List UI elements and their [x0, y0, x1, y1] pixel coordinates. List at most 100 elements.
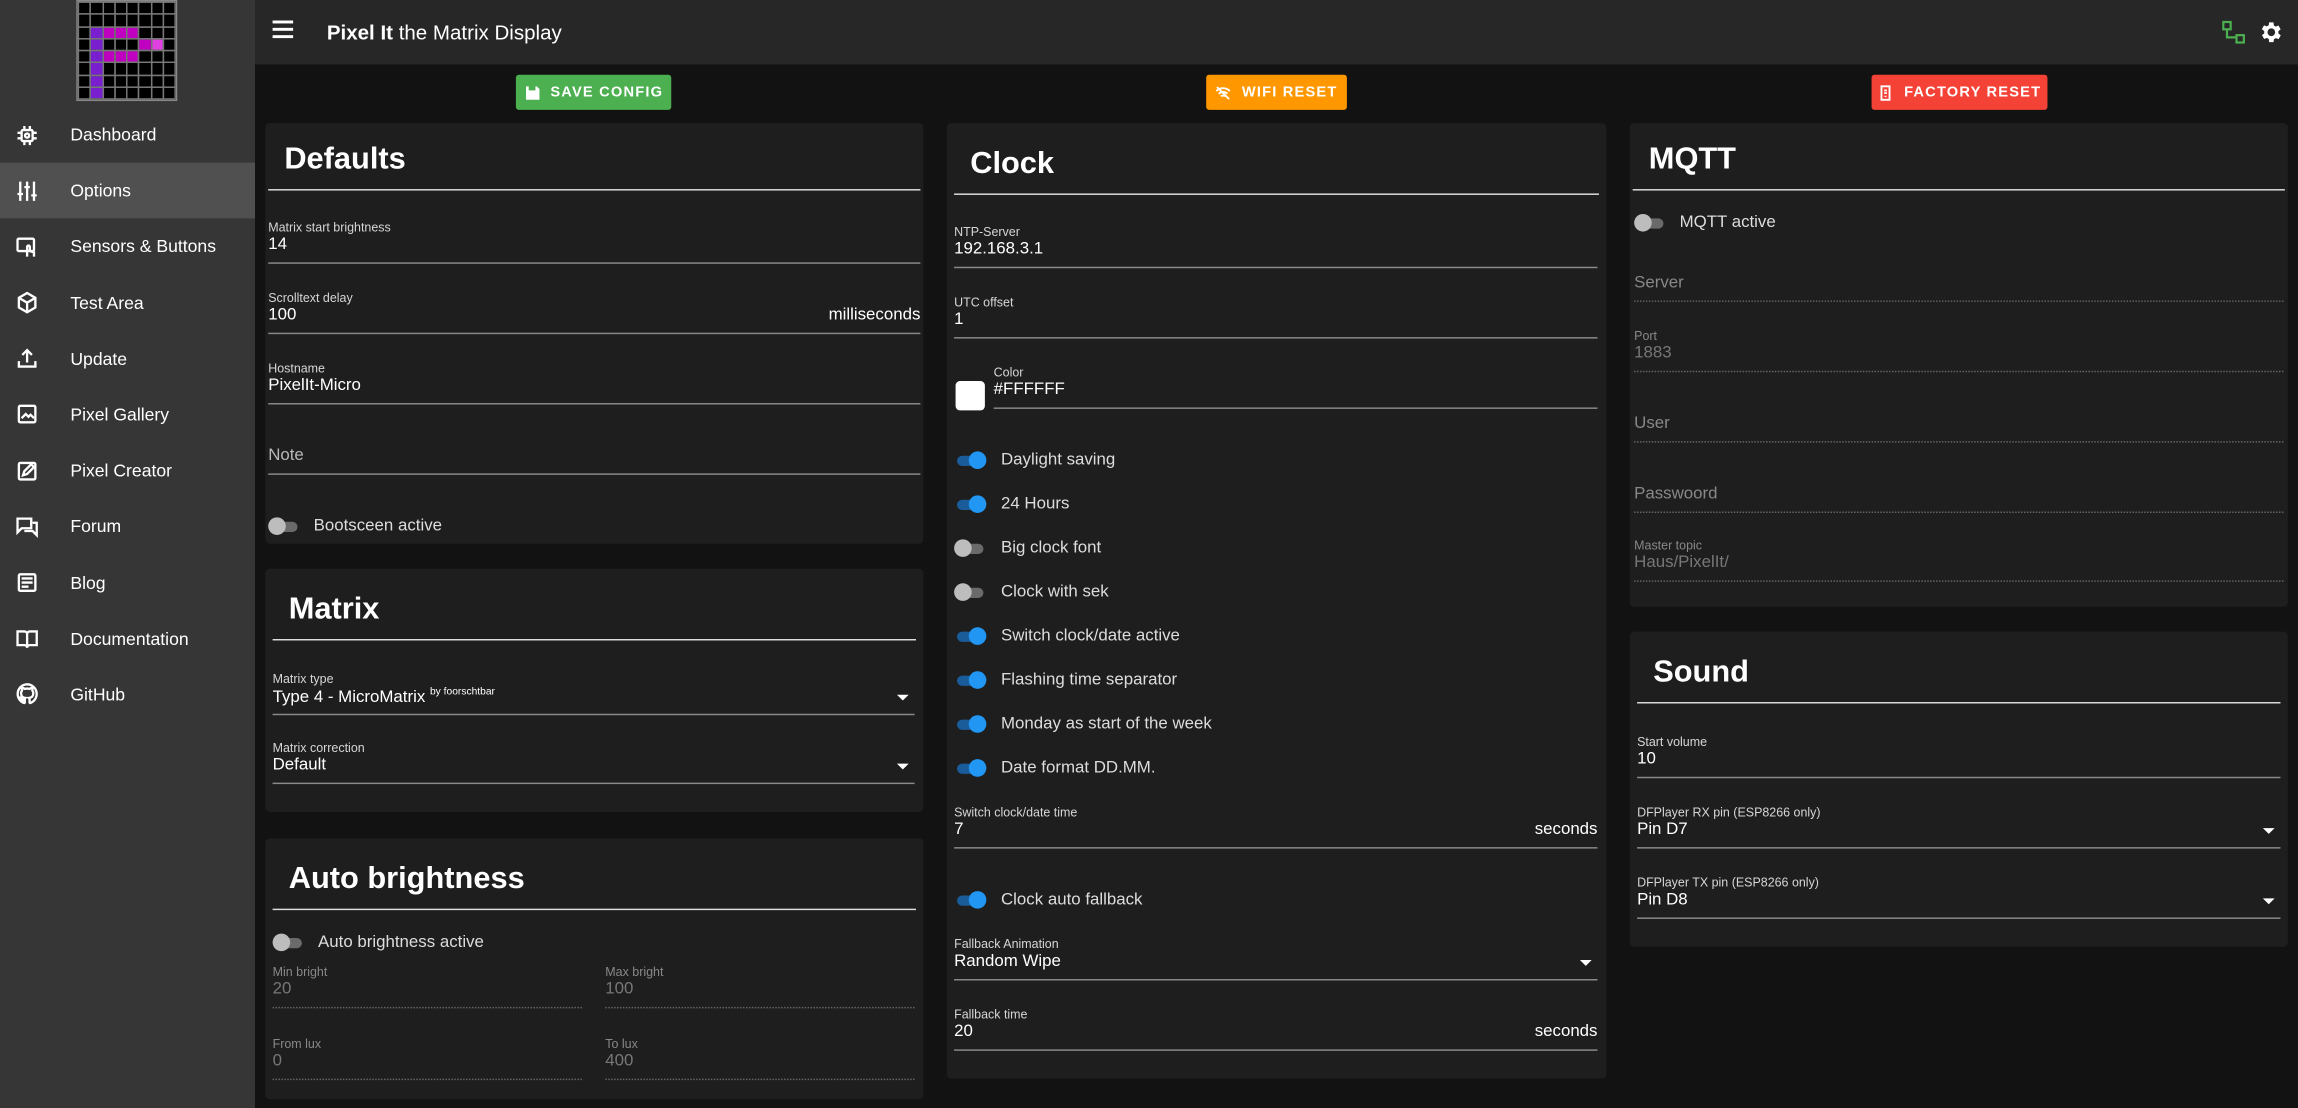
color-swatch[interactable] — [955, 381, 985, 411]
chip-icon — [15, 123, 38, 146]
logo-pixel — [162, 13, 176, 28]
network-status-icon[interactable] — [2222, 20, 2245, 44]
logo-pixel — [150, 73, 164, 88]
toggle-label: Switch clock/date active — [1001, 627, 1180, 645]
logo-pixel — [138, 49, 152, 64]
logo-pixel — [125, 25, 140, 40]
image-icon — [15, 403, 38, 426]
forum-icon — [15, 515, 38, 538]
logo-pixel — [77, 1, 92, 16]
logo-pixel — [138, 86, 152, 100]
bootscreen-toggle[interactable] — [268, 517, 300, 535]
logo-pixel — [150, 37, 164, 52]
logo-pixel — [89, 37, 104, 52]
logo-pixel — [150, 13, 164, 28]
logo-pixel — [113, 73, 128, 88]
clock-auto-fallback-toggle[interactable] — [954, 891, 987, 909]
logo-pixel — [125, 61, 140, 76]
bootscreen-label: Bootsceen active — [313, 517, 443, 535]
logo-pixel — [77, 73, 92, 88]
toggle-24-hours[interactable] — [954, 495, 987, 513]
toggle-label: Daylight saving — [1001, 451, 1116, 469]
auto-brightness-toggle[interactable] — [272, 933, 305, 952]
clock-title: Clock — [970, 146, 1055, 181]
sidebar-item-sensors-buttons[interactable]: Sensors & Buttons — [0, 219, 255, 275]
logo-pixel — [125, 73, 140, 88]
menu-icon[interactable] — [272, 20, 294, 42]
logo-pixel — [77, 13, 92, 28]
app-title: Pixel It the Matrix Display — [326, 20, 562, 44]
sidebar-item-pixel-gallery[interactable]: Pixel Gallery — [0, 387, 255, 443]
newspaper-icon — [15, 571, 38, 594]
sidebar: Dashboard Options Sensors & Buttons Test Ar… — [0, 0, 256, 1108]
sidebar-item-test-area[interactable]: Test Area — [0, 275, 255, 331]
matrix-card: Matrix Matrix type Type 4 - MicroMatrix … — [265, 568, 924, 812]
chevron-down-icon — [1579, 959, 1592, 966]
logo-pixel — [89, 49, 104, 64]
logo-pixel — [150, 25, 164, 40]
factory-reset-button[interactable]: Factory Reset — [1871, 74, 2048, 110]
clock-auto-fallback-label: Clock auto fallback — [1001, 891, 1143, 909]
sidebar-item-blog[interactable]: Blog — [0, 555, 255, 611]
factory-reset-icon — [1880, 84, 1891, 100]
sidebar-item-github[interactable]: GitHub — [0, 667, 255, 723]
logo-pixel — [125, 86, 140, 100]
floppy-icon — [525, 85, 539, 100]
edit-icon — [15, 459, 38, 482]
github-icon — [15, 683, 38, 706]
toggle-clock-with-sek[interactable] — [954, 583, 986, 601]
sidebar-item-label: Documentation — [70, 628, 189, 649]
chevron-down-icon — [896, 694, 909, 701]
matrix-title: Matrix — [288, 592, 380, 626]
logo-pixel — [77, 86, 92, 100]
logo-pixel — [125, 37, 140, 52]
mqtt-active-toggle[interactable] — [1634, 213, 1666, 232]
logo-pixel — [77, 37, 92, 52]
toggle-label: Clock with sek — [1001, 583, 1109, 601]
sliders-icon — [15, 179, 38, 202]
sidebar-item-forum[interactable]: Forum — [0, 499, 255, 555]
wifi-reset-button[interactable]: Wifi Reset — [1206, 74, 1347, 110]
auto-brightness-title: Auto brightness — [288, 861, 525, 896]
logo-pixel — [162, 25, 176, 40]
toggle-label: Flashing time separator — [1001, 671, 1178, 689]
logo-pixel — [101, 13, 116, 28]
gear-icon[interactable] — [2257, 19, 2283, 45]
pixelit-logo[interactable] — [76, 0, 178, 102]
sidebar-item-documentation[interactable]: Documentation — [0, 611, 255, 667]
logo-pixel — [89, 1, 104, 16]
logo-pixel — [138, 37, 152, 52]
logo-pixel — [113, 13, 128, 28]
toggle-daylight-saving[interactable] — [954, 451, 987, 469]
logo-pixel — [162, 61, 176, 76]
logo-pixel — [125, 13, 140, 28]
chevron-down-icon — [2262, 898, 2275, 905]
toggle-monday-as-start-of-the-week[interactable] — [954, 715, 987, 733]
toggle-big-clock-font[interactable] — [954, 539, 986, 557]
logo-pixel — [101, 86, 116, 100]
logo-pixel — [77, 61, 92, 76]
sidebar-item-dashboard[interactable]: Dashboard — [0, 107, 255, 163]
sidebar-item-pixel-creator[interactable]: Pixel Creator — [0, 443, 255, 499]
logo-pixel — [150, 1, 164, 16]
logo-pixel — [150, 61, 164, 76]
sidebar-item-label: Update — [70, 348, 128, 370]
sidebar-item-label: Options — [70, 180, 131, 202]
logo-pixel — [125, 49, 140, 64]
toggle-date-format-dd-mm[interactable] — [954, 759, 987, 777]
auto-brightness-label: Auto brightness active — [318, 933, 484, 952]
toggle-flashing-time-separator[interactable] — [954, 671, 987, 689]
sidebar-item-label: Sensors & Buttons — [70, 236, 217, 258]
logo-pixel — [150, 49, 164, 64]
toggle-label: Monday as start of the week — [1001, 715, 1212, 733]
logo-pixel — [113, 25, 128, 40]
logo-pixel — [89, 61, 104, 76]
sidebar-item-update[interactable]: Update — [0, 331, 255, 387]
toggle-label: Date format DD.MM. — [1001, 759, 1156, 777]
save-config-button[interactable]: Save Config — [515, 74, 672, 110]
logo-pixel — [101, 25, 116, 40]
logo-pixel — [125, 1, 140, 16]
toggle-switch-clock-date-active[interactable] — [954, 627, 987, 645]
sidebar-item-label: Forum — [70, 516, 122, 538]
sidebar-item-options[interactable]: Options — [0, 162, 256, 219]
